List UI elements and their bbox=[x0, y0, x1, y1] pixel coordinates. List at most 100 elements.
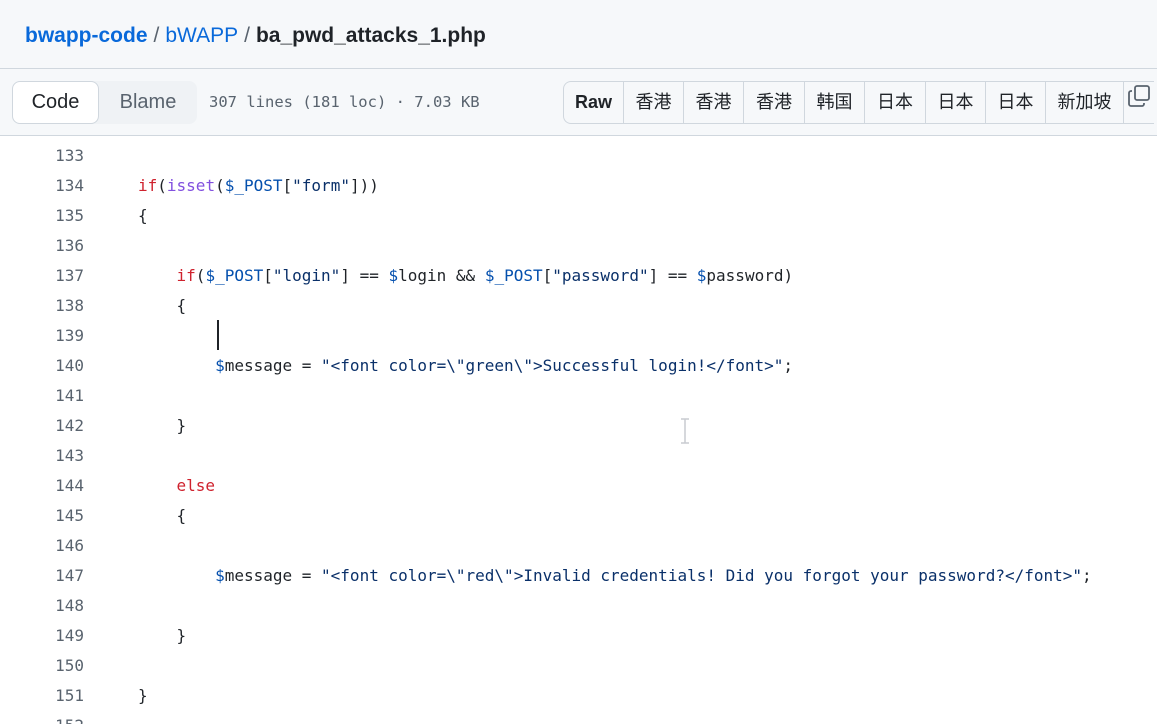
code-text: $message = "<font color=\"green\">Succes… bbox=[138, 351, 793, 381]
code-token: login && bbox=[398, 266, 485, 285]
code-token: password) bbox=[706, 266, 794, 285]
code-token: if bbox=[138, 176, 158, 195]
code-token: ; bbox=[783, 356, 794, 375]
text-cursor bbox=[217, 320, 219, 350]
code-token: $ bbox=[696, 266, 707, 285]
code-line: 147 $message = "<font color=\"red\">Inva… bbox=[0, 561, 1157, 591]
code-token: [ bbox=[282, 176, 293, 195]
code-line: 142 } bbox=[0, 411, 1157, 441]
code-token: ; bbox=[1082, 566, 1092, 585]
code-line: 150 bbox=[0, 651, 1157, 681]
code-token: [ bbox=[263, 266, 273, 285]
code-token: { bbox=[138, 206, 148, 225]
code-token: ] == bbox=[648, 266, 697, 285]
code-token: $ bbox=[215, 566, 225, 585]
code-token: "<font color=\"red\">Invalid credentials… bbox=[321, 566, 1083, 585]
code-token: ])) bbox=[349, 176, 379, 195]
code-line: 146 bbox=[0, 531, 1157, 561]
code-token: { bbox=[138, 506, 187, 525]
code-token: "<font color=\"green\">Successful login!… bbox=[321, 356, 784, 375]
japan-button-2[interactable]: 日本 bbox=[926, 82, 986, 123]
japan-button-1[interactable]: 日本 bbox=[865, 82, 926, 123]
code-token: "form" bbox=[292, 176, 350, 195]
line-number[interactable]: 142 bbox=[20, 411, 84, 441]
code-line: 140 $message = "<font color=\"green\">Su… bbox=[0, 351, 1157, 381]
line-number[interactable]: 136 bbox=[20, 231, 84, 261]
code-line: 137 if($_POST["login"] == $login && $_PO… bbox=[0, 261, 1157, 291]
code-token: $ bbox=[388, 266, 399, 285]
code-line: 141 bbox=[0, 381, 1157, 411]
code-line: 135 { bbox=[0, 201, 1157, 231]
line-number[interactable]: 140 bbox=[20, 351, 84, 381]
hongkong-button-1[interactable]: 香港 bbox=[624, 82, 684, 123]
code-text: { bbox=[138, 291, 187, 321]
code-line: 133 bbox=[0, 141, 1157, 171]
breadcrumb-repo-link[interactable]: bwapp-code bbox=[25, 24, 148, 47]
code-token: $_POST bbox=[224, 176, 283, 195]
line-number[interactable]: 148 bbox=[20, 591, 84, 621]
code-token: } bbox=[138, 626, 187, 645]
code-token: if bbox=[176, 266, 196, 285]
code-token: "password" bbox=[552, 266, 649, 285]
line-number[interactable]: 133 bbox=[20, 141, 84, 171]
code-token: [ bbox=[542, 266, 553, 285]
line-number[interactable]: 152 bbox=[20, 711, 84, 724]
code-line: 138 { bbox=[0, 291, 1157, 321]
line-number[interactable]: 151 bbox=[20, 681, 84, 711]
blame-tab[interactable]: Blame bbox=[99, 81, 197, 124]
code-line: 152 bbox=[0, 711, 1157, 724]
code-text: } bbox=[138, 621, 187, 651]
code-viewer[interactable]: 133 134 if(isset($_POST["form"])) 135{136 13… bbox=[0, 141, 1157, 724]
line-number[interactable]: 141 bbox=[20, 381, 84, 411]
code-token: ( bbox=[195, 266, 206, 285]
line-number[interactable]: 135 bbox=[20, 201, 84, 231]
raw-button[interactable]: Raw bbox=[564, 82, 624, 123]
line-number[interactable]: 144 bbox=[20, 471, 84, 501]
line-number[interactable]: 150 bbox=[20, 651, 84, 681]
copy-icon bbox=[1127, 82, 1151, 123]
breadcrumb: bwapp-code / bWAPP / ba_pwd_attacks_1.php bbox=[25, 22, 486, 50]
ibeam-cursor-icon bbox=[678, 418, 692, 444]
breadcrumb-file-name: ba_pwd_attacks_1.php bbox=[255, 24, 486, 47]
code-line: 143 bbox=[0, 441, 1157, 471]
hongkong-button-2[interactable]: 香港 bbox=[684, 82, 744, 123]
korea-button[interactable]: 韩国 bbox=[805, 82, 865, 123]
line-number[interactable]: 143 bbox=[20, 441, 84, 471]
hongkong-button-3[interactable]: 香港 bbox=[744, 82, 805, 123]
copy-button[interactable] bbox=[1124, 82, 1154, 123]
line-number[interactable]: 137 bbox=[20, 261, 84, 291]
breadcrumb-folder-link[interactable]: bWAPP bbox=[165, 24, 238, 47]
line-number[interactable]: 146 bbox=[20, 531, 84, 561]
code-token: ( bbox=[215, 176, 225, 195]
file-info: 307 lines (181 loc) · 7.03 KB bbox=[209, 93, 480, 111]
line-number[interactable]: 138 bbox=[20, 291, 84, 321]
line-number[interactable]: 147 bbox=[20, 561, 84, 591]
code-line: 134 if(isset($_POST["form"])) bbox=[0, 171, 1157, 201]
line-number[interactable]: 139 bbox=[20, 321, 84, 351]
code-token: } bbox=[138, 416, 187, 435]
code-text: } bbox=[138, 411, 187, 441]
code-line: 144 else bbox=[0, 471, 1157, 501]
line-number[interactable]: 145 bbox=[20, 501, 84, 531]
code-token: } bbox=[138, 686, 148, 705]
code-token: "login" bbox=[272, 266, 341, 285]
line-number[interactable]: 149 bbox=[20, 621, 84, 651]
code-token: message = bbox=[224, 566, 322, 585]
code-text: if(isset($_POST["form"])) bbox=[138, 171, 379, 201]
line-number[interactable]: 134 bbox=[20, 171, 84, 201]
code-token: else bbox=[176, 476, 216, 495]
code-line: 148 bbox=[0, 591, 1157, 621]
singapore-button[interactable]: 新加坡 bbox=[1046, 82, 1124, 123]
code-line: 145 { bbox=[0, 501, 1157, 531]
code-token: ] == bbox=[340, 266, 389, 285]
code-line: 139 bbox=[0, 321, 1157, 351]
breadcrumb-separator: / bbox=[153, 24, 160, 47]
code-token: isset bbox=[166, 176, 216, 195]
code-tab[interactable]: Code bbox=[12, 81, 99, 124]
code-text: { bbox=[138, 501, 187, 531]
code-text: { bbox=[138, 201, 148, 231]
code-token: $_POST bbox=[205, 266, 264, 285]
japan-button-3[interactable]: 日本 bbox=[986, 82, 1046, 123]
